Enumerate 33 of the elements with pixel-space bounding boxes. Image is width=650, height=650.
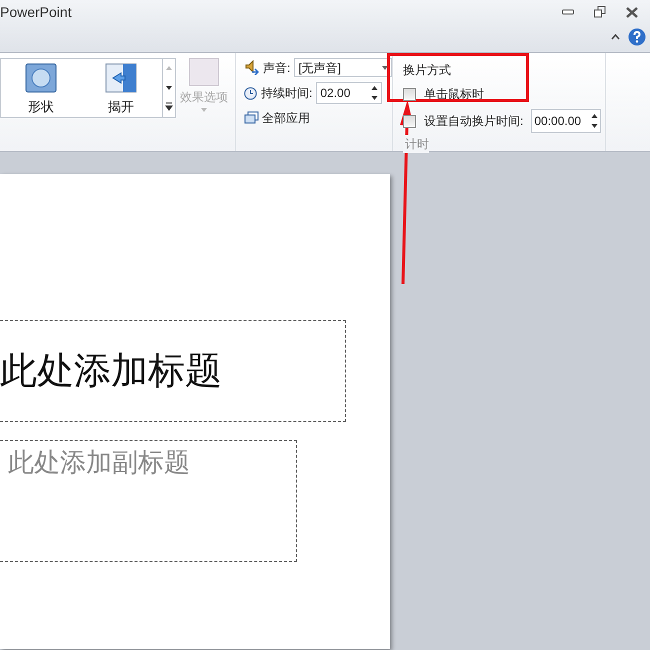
sound-icon — [244, 60, 259, 75]
advance-time-field[interactable]: 00:00.00 — [531, 109, 602, 133]
caret-icon — [382, 66, 388, 70]
checkbox[interactable] — [403, 114, 416, 128]
spinner-icon[interactable] — [371, 84, 378, 102]
minimize-icon[interactable] — [562, 8, 574, 16]
group-label: 计时 — [403, 135, 429, 153]
spinner-icon[interactable] — [591, 112, 598, 130]
transition-button[interactable]: 形状 — [1, 59, 81, 117]
circle-transition-icon — [25, 63, 57, 93]
apply-all-icon — [244, 111, 259, 125]
sound-label: 声音: — [263, 60, 290, 76]
checkbox-label: 单击鼠标时 — [424, 86, 484, 103]
subtitle-placeholder[interactable]: 此处添加副标题 — [0, 440, 297, 562]
help-icon[interactable] — [628, 28, 646, 46]
duration-field[interactable]: 02.00 — [316, 82, 382, 104]
slide-subtitle: 此处添加副标题 — [7, 447, 190, 477]
close-icon[interactable] — [626, 6, 638, 18]
caret-icon — [201, 108, 207, 112]
title-placeholder[interactable]: 此处添加标题 — [0, 320, 346, 422]
slide-uncover-icon — [105, 63, 137, 93]
clock-icon — [244, 86, 257, 100]
window-title: PowerPoint — [0, 2, 72, 22]
checkbox[interactable] — [403, 88, 416, 100]
slide-title: 此处添加标题 — [0, 349, 222, 394]
transition-button[interactable]: 揭开 — [81, 59, 161, 117]
restore-icon[interactable] — [594, 6, 606, 18]
apply-all-button[interactable]: 全部应用 — [244, 109, 310, 127]
sound-dropdown[interactable]: [无声音] — [294, 58, 392, 77]
duration-label: 持续时间: — [261, 85, 312, 102]
collapse-icon[interactable] — [611, 34, 620, 40]
advance-heading: 换片方式 — [403, 62, 452, 79]
checkbox-label: 设置自动换片时间: — [424, 113, 524, 130]
